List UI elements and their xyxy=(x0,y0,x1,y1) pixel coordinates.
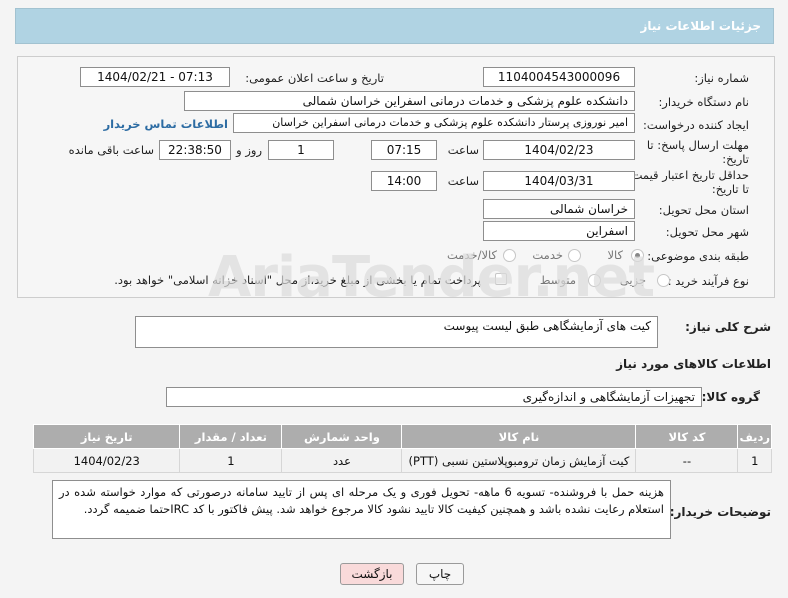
col-quantity: تعداد / مقدار xyxy=(179,424,283,449)
buyer-notes-field: هزینه حمل با فروشنده- تسویه 6 ماهه- تحوی… xyxy=(52,480,671,539)
cell-quantity: 1 xyxy=(179,448,283,473)
buyer-label: نام دستگاه خریدار: xyxy=(658,95,749,109)
validity-date-field: 1404/03/31 xyxy=(483,171,635,191)
cell-code: -- xyxy=(635,448,739,473)
province-label: استان محل تحویل: xyxy=(658,203,749,217)
validity-time-field: 14:00 xyxy=(371,171,437,191)
description-field: کیت های آزمایشگاهی طبق لیست پیوست xyxy=(135,316,658,348)
days-remaining-field: 1 xyxy=(268,140,334,160)
watermark-logo: AriaTender.net xyxy=(208,245,655,310)
validity-label: حداقل تاریخ اعتبار قیمت: xyxy=(627,168,749,182)
page-header: جزئیات اطلاعات نیاز xyxy=(15,8,774,44)
remaining-time-field: 22:38:50 xyxy=(159,140,231,160)
need-number-label: شماره نیاز: xyxy=(694,71,749,85)
buyer-notes-label: توضیحات خریدار: xyxy=(669,505,771,519)
creator-label: ایجاد کننده درخواست: xyxy=(643,118,749,132)
cell-row: 1 xyxy=(737,448,772,473)
cell-name: کیت آزمایش زمان ترومبوپلاستین نسبی (PTT) xyxy=(401,448,637,473)
table-row: 1 -- کیت آزمایش زمان ترومبوپلاستین نسبی … xyxy=(32,448,772,473)
remaining-time-label: ساعت باقی مانده xyxy=(68,143,154,157)
contact-info-link[interactable]: اطلاعات تماس خریدار xyxy=(104,117,228,131)
process-radio-minor[interactable] xyxy=(657,274,670,287)
goods-section-title: اطلاعات کالاهای مورد نیاز xyxy=(616,357,771,371)
announce-field: 1404/02/21 - 07:13 xyxy=(80,67,230,87)
buyer-field: دانشکده علوم پزشکی و خدمات درمانی اسفرای… xyxy=(184,91,635,111)
deadline-date-field: 1404/02/23 xyxy=(483,140,635,160)
deadline-time-field: 07:15 xyxy=(371,140,437,160)
description-label: شرح کلی نیاز: xyxy=(685,320,771,334)
creator-field: امیر نوروزی پرستار دانشکده علوم پزشکی و … xyxy=(233,113,635,133)
category-label: طبقه بندی موضوعی: xyxy=(647,249,749,263)
need-number-field: 1104004543000096 xyxy=(483,67,635,87)
validity-label-2: تا تاریخ: xyxy=(711,182,749,196)
goods-group-label: گروه کالا: xyxy=(701,390,760,404)
days-label: روز و xyxy=(236,143,262,157)
print-button[interactable]: چاپ xyxy=(416,563,464,585)
deadline-label-2: تاریخ: xyxy=(722,152,749,166)
announce-label: تاریخ و ساعت اعلان عمومی: xyxy=(245,71,384,85)
back-button[interactable]: بازگشت xyxy=(340,563,404,585)
cell-unit: عدد xyxy=(281,448,403,473)
goods-table-header: ردیف کد کالا نام کالا واحد شمارش تعداد /… xyxy=(32,424,772,449)
city-label: شهر محل تحویل: xyxy=(665,225,749,239)
col-name: نام کالا xyxy=(401,424,637,449)
process-label: نوع فرآیند خرید : xyxy=(667,274,749,288)
col-code: کد کالا xyxy=(635,424,739,449)
col-need-date: تاریخ نیاز xyxy=(32,424,181,449)
col-unit: واحد شمارش xyxy=(281,424,403,449)
deadline-time-label: ساعت xyxy=(447,143,479,157)
validity-time-label: ساعت xyxy=(447,174,479,188)
col-row: ردیف xyxy=(737,424,772,449)
goods-group-field: تجهیزات آزمایشگاهی و اندازه‌گیری xyxy=(166,387,702,407)
city-field: اسفراین xyxy=(483,221,635,241)
deadline-label: مهلت ارسال پاسخ: تا xyxy=(646,138,749,152)
province-field: خراسان شمالی xyxy=(483,199,635,219)
goods-table: ردیف کد کالا نام کالا واحد شمارش تعداد /… xyxy=(32,424,772,473)
page-title: جزئیات اطلاعات نیاز xyxy=(640,19,761,33)
cell-need-date: 1404/02/23 xyxy=(32,448,181,473)
